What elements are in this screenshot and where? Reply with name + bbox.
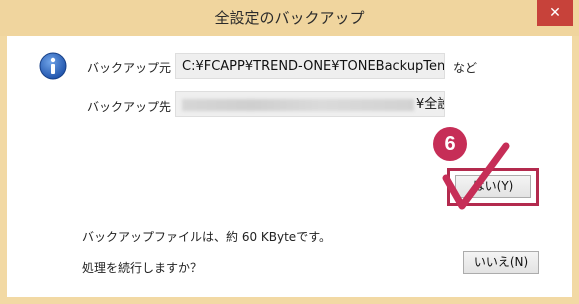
- close-icon: ✕: [549, 5, 561, 21]
- continue-question: 処理を続行しますか？: [82, 261, 203, 275]
- source-label: バックアップ元: [87, 61, 172, 75]
- window-title: 全設定のバックアップ: [214, 9, 365, 27]
- close-button[interactable]: ✕: [537, 0, 573, 26]
- destination-path-field: ¥全設: [175, 91, 445, 117]
- destination-path-tail: ¥全設: [416, 97, 444, 112]
- backup-dialog-window: 全設定のバックアップ ✕ バックアップ元 C:¥FCAPP¥TREND-ONE¥…: [0, 0, 579, 304]
- source-path-field: C:¥FCAPP¥TREND-ONE¥TONEBackupTen: [175, 53, 445, 79]
- source-suffix: など: [453, 61, 478, 75]
- title-bar[interactable]: 全設定のバックアップ ✕: [0, 0, 579, 36]
- destination-label: バックアップ先: [87, 100, 172, 114]
- redacted-path: [182, 98, 414, 111]
- step-badge: 6: [433, 127, 467, 161]
- size-message: バックアップファイルは、約 60 KByteです。: [82, 230, 331, 244]
- no-button[interactable]: いいえ(N): [463, 251, 539, 274]
- info-icon: [39, 52, 67, 80]
